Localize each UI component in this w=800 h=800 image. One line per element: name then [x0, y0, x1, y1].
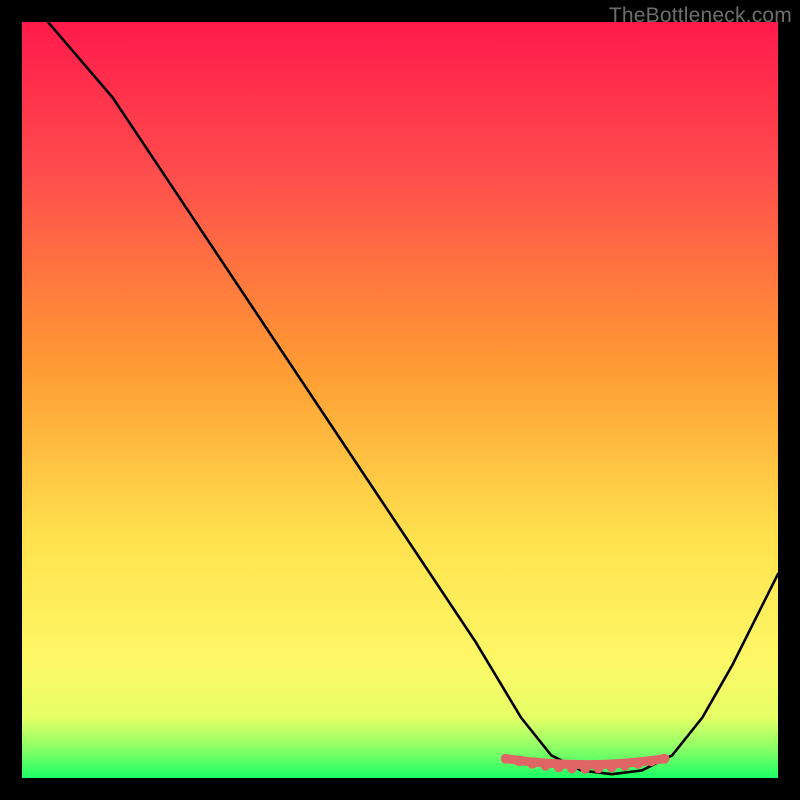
watermark-text: TheBottleneck.com	[609, 4, 792, 28]
plateau-marker	[501, 754, 670, 774]
bottleneck-curve	[22, 22, 778, 774]
chart-container: TheBottleneck.com	[0, 0, 800, 800]
curve-layer	[22, 22, 778, 778]
plot-area	[22, 22, 778, 778]
